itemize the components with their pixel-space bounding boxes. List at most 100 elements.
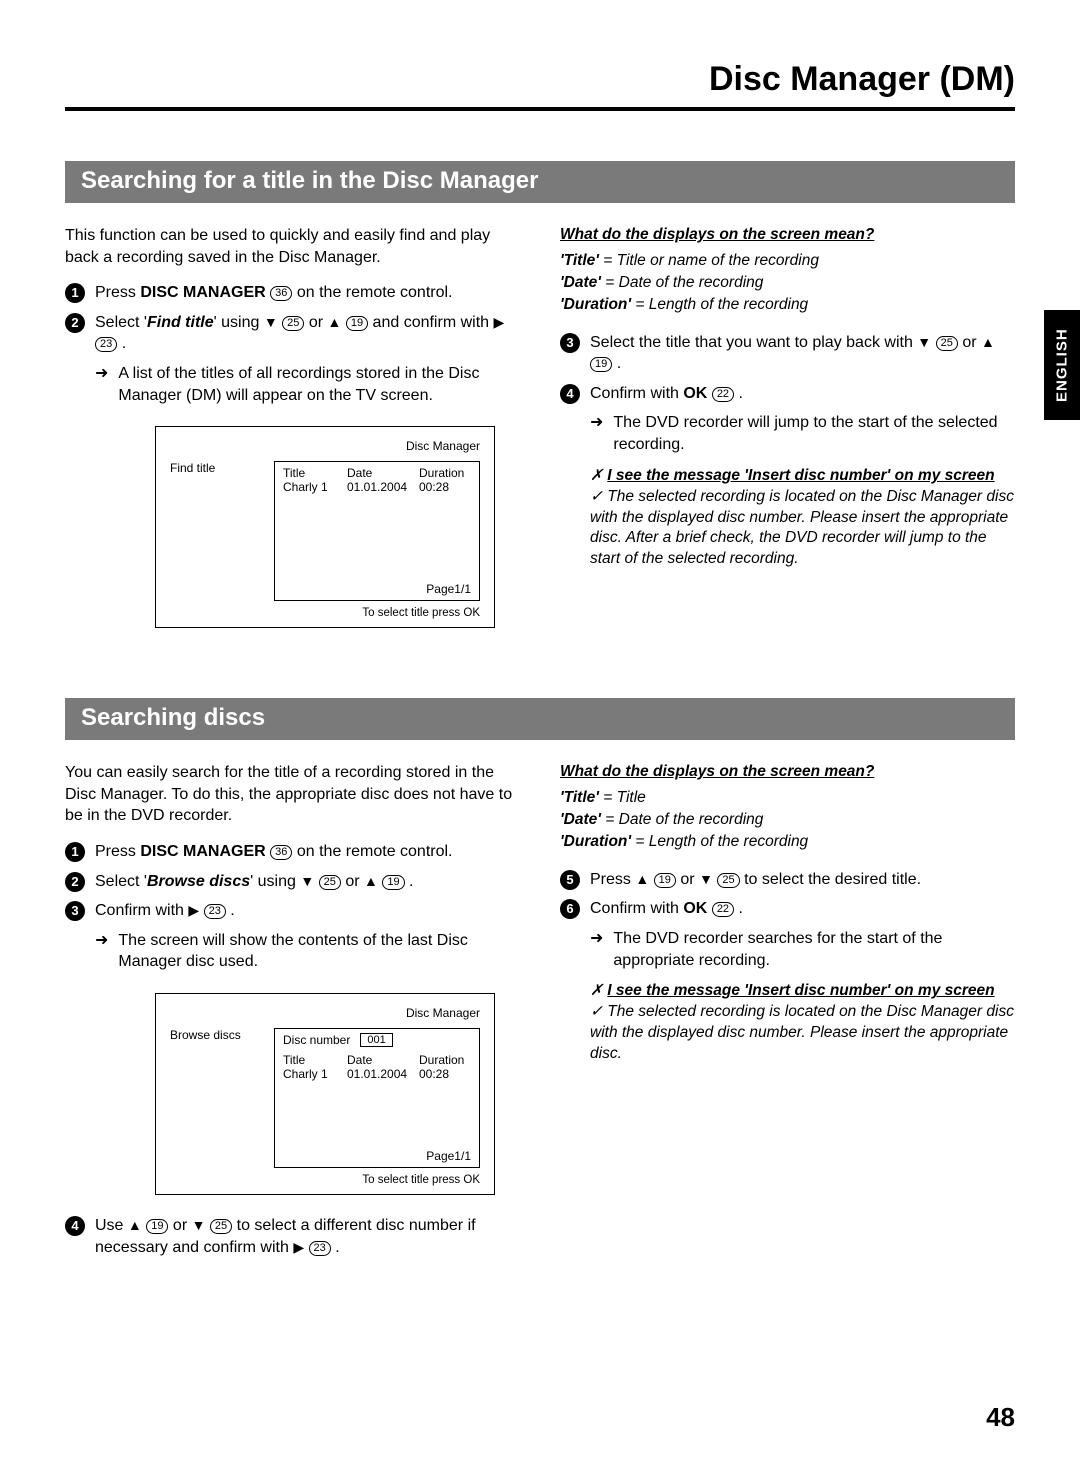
s2-step-2: 2 Select 'Browse discs' using ▼ 25 or ▲ …	[65, 871, 520, 893]
step-num-icon: 1	[65, 283, 85, 303]
cell: 01.01.2004	[347, 1067, 409, 1081]
s1-note: ✗ I see the message 'Insert disc number'…	[590, 466, 1015, 571]
key-19-icon: 19	[654, 873, 676, 888]
step-num-icon: 5	[560, 870, 580, 890]
info-val: = Title	[599, 789, 646, 806]
section-1-columns: This function can be used to quickly and…	[65, 225, 1015, 648]
screen-foot: To select title press OK	[170, 1174, 480, 1186]
section-1-right-col: What do the displays on the screen mean?…	[560, 225, 1015, 648]
key-25-icon: 25	[319, 875, 341, 890]
info-val: = Date of the recording	[601, 811, 763, 828]
col-date: Date	[347, 1053, 409, 1067]
info-key: 'Date'	[560, 274, 601, 291]
info-key: 'Date'	[560, 811, 601, 828]
triangle-down-icon: ▼	[192, 1218, 206, 1232]
step-num-icon: 2	[65, 313, 85, 333]
s1-step-2: 2 Select 'Find title' using ▼ 25 or ▲ 19…	[65, 312, 520, 355]
info-val: = Length of the recording	[631, 296, 808, 313]
text: or	[962, 334, 976, 351]
step-num-icon: 4	[560, 384, 580, 404]
section-2-right-col: What do the displays on the screen mean?…	[560, 762, 1015, 1266]
text: The selected recording is located on the…	[590, 1003, 1014, 1062]
key-25-icon: 25	[717, 873, 739, 888]
step-num-icon: 1	[65, 842, 85, 862]
screen-table: Title Date Duration Charly 1 01.01.2004 …	[274, 461, 480, 601]
key-36-icon: 36	[270, 286, 292, 301]
text: to select the desired title.	[744, 871, 921, 888]
triangle-up-icon: ▲	[364, 874, 378, 888]
section-2-left-col: You can easily search for the title of a…	[65, 762, 520, 1266]
s2-step-3: 3 Confirm with ▶ 23 .	[65, 900, 520, 922]
button-label: DISC MANAGER	[140, 284, 265, 301]
s1-sub-4: ➜ The DVD recorder will jump to the star…	[590, 412, 1015, 455]
s2-step-4: 4 Use ▲ 19 or ▼ 25 to select a different…	[65, 1215, 520, 1258]
text: Confirm with	[590, 385, 679, 402]
section-2-columns: You can easily search for the title of a…	[65, 762, 1015, 1266]
col-date: Date	[347, 466, 409, 480]
triangle-right-icon: ▶	[494, 315, 505, 329]
text: or	[309, 314, 323, 331]
screen-table: Disc number 001 Title Date Duration Char…	[274, 1028, 480, 1168]
cell: 00:28	[419, 1067, 471, 1081]
s1-step-4: 4 Confirm with OK 22 .	[560, 383, 1015, 405]
text: Press	[590, 871, 631, 888]
screen-foot: To select title press OK	[170, 607, 480, 619]
text: and confirm with	[373, 314, 490, 331]
triangle-right-icon: ▶	[293, 1240, 304, 1254]
s2-step-6: 6 Confirm with OK 22 .	[560, 898, 1015, 920]
disc-number-value: 001	[360, 1033, 392, 1047]
step-num-icon: 4	[65, 1216, 85, 1236]
info-title: What do the displays on the screen mean?	[560, 225, 874, 246]
text: ' on my screen	[887, 467, 995, 484]
cell: Charly 1	[283, 1067, 337, 1081]
triangle-up-icon: ▲	[981, 335, 995, 349]
menu-item: Browse discs	[147, 873, 250, 890]
text: The DVD recorder will jump to the start …	[613, 412, 1015, 455]
key-19-icon: 19	[590, 357, 612, 372]
text: ' on my screen	[887, 982, 995, 999]
tv-screen-browse-discs: Disc Manager Browse discs Disc number 00…	[155, 993, 495, 1195]
button-label: OK	[683, 900, 707, 917]
text: Select '	[95, 314, 147, 331]
key-23-icon: 23	[204, 904, 226, 919]
screen-left-label: Browse discs	[170, 1028, 258, 1168]
section-1-left-col: This function can be used to quickly and…	[65, 225, 520, 648]
arrow-right-icon: ➜	[95, 931, 108, 950]
col-title: Title	[283, 1053, 337, 1067]
arrow-right-icon: ➜	[95, 364, 108, 383]
key-23-icon: 23	[309, 1241, 331, 1256]
language-tab: ENGLISH	[1044, 310, 1080, 420]
info-key: 'Title'	[560, 252, 599, 269]
info-block: What do the displays on the screen mean?…	[560, 225, 1015, 316]
text: Insert disc number	[748, 982, 887, 999]
key-19-icon: 19	[146, 1219, 168, 1234]
text: or	[680, 871, 694, 888]
text: The DVD recorder searches for the start …	[613, 928, 1015, 971]
triangle-down-icon: ▼	[917, 335, 931, 349]
cell: 01.01.2004	[347, 480, 409, 494]
triangle-down-icon: ▼	[264, 315, 278, 329]
info-key: 'Duration'	[560, 833, 631, 850]
step-num-icon: 6	[560, 899, 580, 919]
triangle-up-icon: ▲	[128, 1218, 142, 1232]
menu-item: Find title	[147, 314, 214, 331]
triangle-up-icon: ▲	[328, 315, 342, 329]
tv-screen-find-title: Disc Manager Find title Title Date Durat…	[155, 426, 495, 628]
text: The selected recording is located on the…	[590, 488, 1014, 568]
screen-header: Disc Manager	[170, 1006, 480, 1020]
text: ' using	[250, 873, 296, 890]
text: Insert disc number	[748, 467, 887, 484]
cell: Charly 1	[283, 480, 337, 494]
key-19-icon: 19	[346, 316, 368, 331]
info-val: = Date of the recording	[601, 274, 763, 291]
s2-sub-3: ➜ The screen will show the contents of t…	[95, 930, 520, 973]
cell: 00:28	[419, 480, 471, 494]
s2-note: ✗ I see the message 'Insert disc number'…	[590, 981, 1015, 1065]
text: or	[345, 873, 359, 890]
section-1-intro: This function can be used to quickly and…	[65, 225, 520, 268]
screen-page: Page1/1	[283, 582, 471, 596]
screen-header: Disc Manager	[170, 439, 480, 453]
info-title: What do the displays on the screen mean?	[560, 762, 874, 783]
info-key: 'Duration'	[560, 296, 631, 313]
step-num-icon: 3	[65, 901, 85, 921]
